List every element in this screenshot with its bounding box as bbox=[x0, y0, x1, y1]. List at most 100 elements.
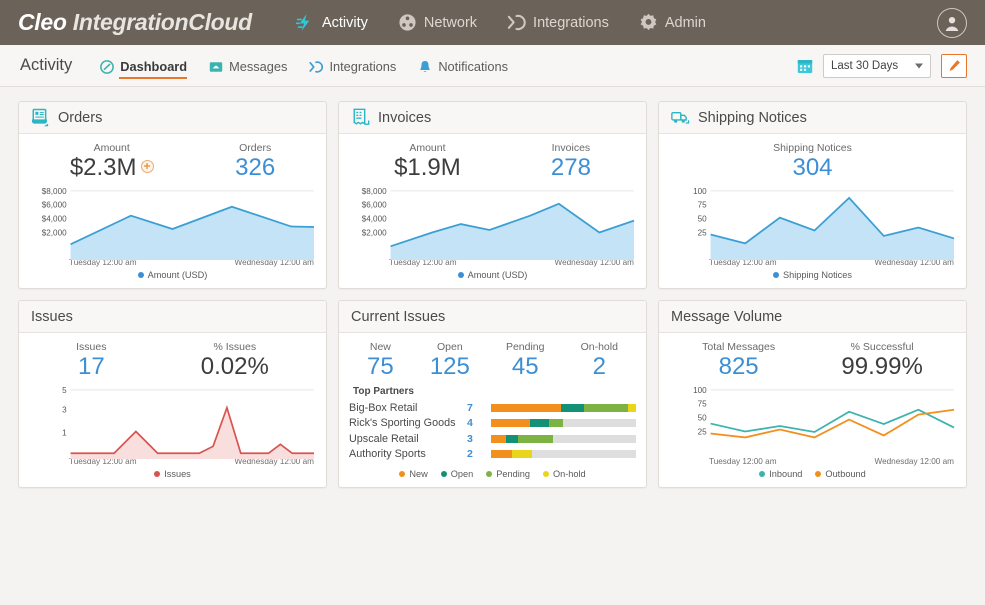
tab-bar: Dashboard Messages Integrations Notifica… bbox=[100, 45, 508, 86]
kpi-new-label: New bbox=[367, 341, 394, 353]
partner-name: Upscale Retail bbox=[349, 433, 467, 445]
table-row[interactable]: Big-Box Retail 7 bbox=[349, 400, 636, 416]
legend-item[interactable]: Shipping Notices bbox=[773, 270, 852, 280]
nav-item-network-label: Network bbox=[424, 15, 477, 31]
kpi-orders-count: Orders 326 bbox=[235, 142, 275, 181]
table-row[interactable]: Upscale Retail 3 bbox=[349, 431, 636, 447]
legend-label: Amount (USD) bbox=[148, 270, 208, 280]
shipping-chart-axis: 100 75 50 25 bbox=[669, 183, 956, 260]
legend-dot-icon bbox=[543, 471, 549, 477]
card-orders: Orders Amount $2.3M Orders 326 bbox=[18, 101, 327, 289]
legend-item[interactable]: Outbound bbox=[815, 469, 865, 479]
partner-name: Authority Sports bbox=[349, 448, 467, 460]
partner-count: 7 bbox=[467, 402, 491, 414]
pencil-icon bbox=[948, 59, 961, 72]
legend-dot-icon bbox=[138, 272, 144, 278]
edit-dashboard-button[interactable] bbox=[941, 54, 967, 78]
tab-notifications[interactable]: Notifications bbox=[418, 45, 508, 86]
partner-count: 3 bbox=[467, 433, 491, 445]
segment-onhold bbox=[512, 450, 533, 458]
date-range-controls: Last 30 Days bbox=[797, 54, 967, 78]
tab-integrations[interactable]: Integrations bbox=[309, 45, 396, 86]
segment-new bbox=[491, 419, 530, 427]
issues-chart[interactable]: 5 3 1 bbox=[29, 382, 316, 459]
partner-stacked-bar bbox=[491, 435, 636, 443]
legend-item[interactable]: New bbox=[399, 469, 427, 479]
date-range-select[interactable]: Last 30 Days bbox=[823, 54, 931, 78]
legend-dot-icon bbox=[773, 272, 779, 278]
svg-text:25: 25 bbox=[698, 427, 708, 436]
partner-name: Big-Box Retail bbox=[349, 402, 467, 414]
segment-open bbox=[530, 419, 549, 427]
partner-name: Rick's Sporting Goods bbox=[349, 417, 467, 429]
kpi-pending-value: 45 bbox=[506, 354, 545, 380]
table-row[interactable]: Authority Sports 2 bbox=[349, 447, 636, 463]
legend-dot-icon bbox=[458, 272, 464, 278]
card-shipping-title: Shipping Notices bbox=[698, 110, 807, 126]
kpi-shipping-value: 304 bbox=[773, 155, 852, 181]
legend-item[interactable]: Pending bbox=[486, 469, 530, 479]
orders-legend: Amount (USD) bbox=[29, 270, 316, 282]
legend-item[interactable]: Issues bbox=[154, 469, 191, 479]
orders-document-icon bbox=[31, 108, 50, 127]
calendar-icon[interactable] bbox=[797, 58, 813, 74]
legend-item[interactable]: Amount (USD) bbox=[458, 270, 528, 280]
brand-logo[interactable]: Cleo IntegrationCloud bbox=[18, 9, 252, 36]
kpi-total-messages-value: 825 bbox=[702, 354, 775, 380]
svg-text:$2,000: $2,000 bbox=[362, 228, 387, 237]
kpi-invoices-count: Invoices 278 bbox=[551, 142, 591, 181]
kpi-issues-percent-value: 0.02% bbox=[201, 354, 269, 380]
card-issues: Issues Issues 17 % Issues 0.02% bbox=[18, 300, 327, 488]
tab-dashboard[interactable]: Dashboard bbox=[100, 45, 187, 86]
card-message-volume: Message Volume Total Messages 825 % Succ… bbox=[658, 300, 967, 488]
messages-icon bbox=[209, 60, 223, 74]
shipping-chart[interactable]: 100 75 50 25 bbox=[669, 183, 956, 260]
legend-item[interactable]: Inbound bbox=[759, 469, 802, 479]
legend-item[interactable]: Amount (USD) bbox=[138, 270, 208, 280]
chevron-down-icon bbox=[915, 63, 923, 68]
table-row[interactable]: Rick's Sporting Goods 4 bbox=[349, 416, 636, 432]
kpi-invoices-count-label: Invoices bbox=[551, 142, 591, 154]
card-message-volume-body: Total Messages 825 % Successful 99.99% 1… bbox=[659, 333, 966, 487]
legend-label: Open bbox=[451, 469, 473, 479]
bell-icon bbox=[418, 60, 432, 74]
nav-item-activity[interactable]: Activity bbox=[296, 13, 368, 32]
kpi-onhold-value: 2 bbox=[581, 354, 618, 380]
partner-stacked-bar bbox=[491, 419, 636, 427]
message-volume-chart[interactable]: 100 75 50 25 bbox=[669, 382, 956, 459]
svg-text:$4,000: $4,000 bbox=[362, 215, 387, 224]
tab-messages-label: Messages bbox=[229, 59, 287, 74]
kpi-invoices-amount: Amount $1.9M bbox=[394, 142, 461, 181]
kpi-orders-amount: Amount $2.3M bbox=[70, 142, 154, 181]
tab-messages[interactable]: Messages bbox=[209, 45, 287, 86]
legend-dot-icon bbox=[815, 471, 821, 477]
segment-onhold bbox=[628, 404, 636, 412]
segment-new bbox=[491, 450, 512, 458]
kpi-open-label: Open bbox=[430, 341, 470, 353]
kpi-invoices-amount-label: Amount bbox=[394, 142, 461, 154]
card-orders-body: Amount $2.3M Orders 326 $8,000 bbox=[19, 134, 326, 288]
kpi-invoices-amount-value: $1.9M bbox=[394, 155, 461, 181]
nav-item-integrations[interactable]: Integrations bbox=[507, 13, 609, 32]
partner-stacked-bar bbox=[491, 404, 636, 412]
legend-item[interactable]: On-hold bbox=[543, 469, 586, 479]
message-volume-chart-axis: 100 75 50 25 bbox=[669, 382, 956, 459]
brand-name-integrationcloud: IntegrationCloud bbox=[73, 9, 252, 35]
svg-text:5: 5 bbox=[62, 386, 67, 395]
orders-chart[interactable]: $8,000 $6,000 $4,000 $2,000 bbox=[29, 183, 316, 260]
activity-icon bbox=[296, 13, 315, 32]
nav-item-admin[interactable]: Admin bbox=[639, 13, 706, 32]
nav-item-network[interactable]: Network bbox=[398, 13, 477, 32]
partner-count: 4 bbox=[467, 417, 491, 429]
segment-new bbox=[491, 404, 561, 412]
card-issues-header: Issues bbox=[19, 301, 326, 333]
kpi-new-value: 75 bbox=[367, 354, 394, 380]
avatar[interactable] bbox=[937, 8, 967, 38]
add-metric-badge[interactable] bbox=[141, 160, 154, 173]
invoices-chart[interactable]: $8,000 $6,000 $4,000 $2,000 bbox=[349, 183, 636, 260]
truck-icon bbox=[671, 108, 690, 127]
legend-item[interactable]: Open bbox=[441, 469, 473, 479]
card-current-issues: Current Issues New 75 Open 125 Pending 4… bbox=[338, 300, 647, 488]
invoice-icon bbox=[351, 108, 370, 127]
kpi-pending: Pending 45 bbox=[506, 341, 545, 380]
